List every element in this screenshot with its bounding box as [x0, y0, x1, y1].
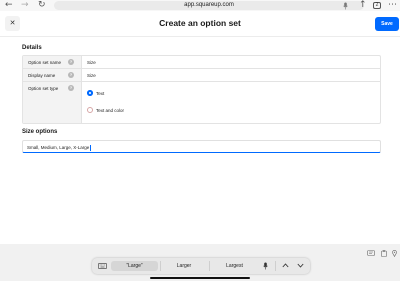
- type-text-and-color-radio[interactable]: [87, 107, 93, 113]
- suggestion-item[interactable]: Larger: [162, 261, 206, 271]
- page-title: Create an option set: [159, 18, 241, 28]
- option-set-type-label: Option set type: [28, 86, 59, 91]
- url-text: app.squareup.com: [184, 2, 234, 8]
- type-text-radio[interactable]: [87, 90, 93, 96]
- type-text-label[interactable]: Text: [96, 91, 104, 96]
- suggestion-divider: [275, 261, 276, 271]
- tabs-button[interactable]: 2: [373, 2, 381, 9]
- display-name-label: Display name: [28, 73, 56, 78]
- chevron-down-icon[interactable]: [297, 258, 304, 274]
- option-set-name-field[interactable]: Size: [87, 60, 96, 65]
- info-icon[interactable]: ?: [68, 85, 74, 91]
- paste-icon[interactable]: [381, 250, 387, 259]
- row-divider: [23, 81, 380, 82]
- keyboard-suggestion-bar: “Large” Larger Largest: [92, 258, 310, 274]
- mic-icon[interactable]: [343, 0, 348, 11]
- option-set-name-label: Option set name: [28, 60, 62, 65]
- size-options-heading: Size options: [22, 129, 58, 135]
- reload-icon[interactable]: ↻: [38, 0, 46, 11]
- suggestion-divider: [209, 261, 210, 271]
- chevron-up-icon[interactable]: [282, 258, 289, 274]
- forward-icon[interactable]: →: [21, 0, 29, 11]
- suggestion-divider: [160, 261, 161, 271]
- share-icon[interactable]: ↑: [359, 0, 367, 11]
- row-divider: [23, 68, 380, 69]
- location-icon[interactable]: [392, 250, 397, 259]
- details-table: Option set name ? Size Display name ? Si…: [22, 55, 381, 124]
- info-icon[interactable]: ?: [68, 59, 74, 65]
- suggestion-item[interactable]: “Large”: [111, 261, 158, 271]
- scan-icon[interactable]: [367, 250, 375, 258]
- save-button[interactable]: Save: [375, 17, 399, 31]
- text-cursor: [90, 144, 91, 151]
- home-indicator: [150, 277, 250, 279]
- dictation-mic-icon[interactable]: [263, 258, 268, 274]
- back-icon[interactable]: ←: [5, 0, 13, 11]
- details-heading: Details: [22, 45, 42, 51]
- display-name-field[interactable]: Size: [87, 73, 96, 78]
- keyboard-icon[interactable]: [98, 258, 107, 274]
- size-options-value: Small, Medium, Large, X-Large: [27, 144, 91, 151]
- type-text-and-color-label[interactable]: Text and color: [96, 108, 124, 113]
- info-icon[interactable]: ?: [68, 72, 74, 78]
- more-menu-icon[interactable]: ⋯: [388, 0, 397, 11]
- suggestion-item[interactable]: Largest: [211, 261, 258, 271]
- address-bar[interactable]: app.squareup.com: [54, 1, 364, 10]
- size-options-input[interactable]: Small, Medium, Large, X-Large: [22, 140, 381, 153]
